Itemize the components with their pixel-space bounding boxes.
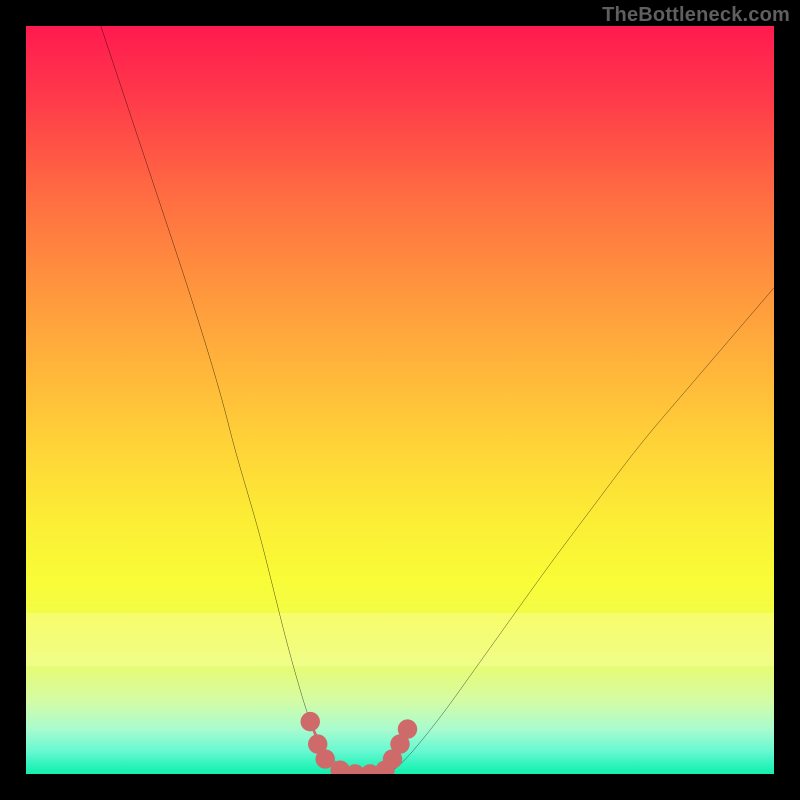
- plot-area: [26, 26, 774, 774]
- bottom-red-dots: [301, 712, 418, 774]
- marker-dot: [398, 719, 417, 738]
- marker-dot: [301, 712, 320, 731]
- watermark-text: TheBottleneck.com: [602, 4, 790, 27]
- curve-svg: [26, 26, 774, 774]
- outer-frame: TheBottleneck.com: [0, 0, 800, 800]
- bottleneck-curve-path: [101, 26, 774, 774]
